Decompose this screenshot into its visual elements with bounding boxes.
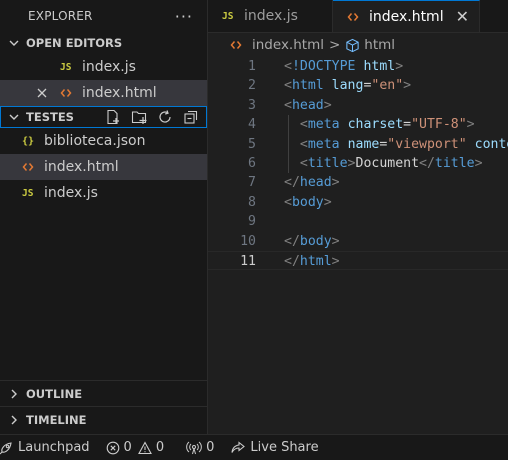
line-number: 2 — [248, 78, 256, 94]
line-number: 9 — [248, 214, 256, 230]
breadcrumb-file[interactable]: index.html — [252, 37, 324, 53]
folder-actions — [103, 108, 201, 126]
tab-index-js[interactable]: JS index.js — [208, 0, 333, 32]
live-share-icon — [230, 440, 246, 456]
ports-count: 0 — [206, 440, 215, 455]
more-actions-icon[interactable]: ··· — [175, 7, 193, 26]
code-line: 4 <meta charset="UTF-8"> — [208, 115, 508, 134]
breadcrumb: index.html > html — [208, 33, 508, 57]
open-editors-header[interactable]: OPEN EDITORS — [0, 32, 207, 54]
launchpad-button[interactable]: Launchpad — [0, 440, 98, 456]
code-line: 2 <html lang="en"> — [208, 76, 508, 95]
warning-icon — [137, 440, 152, 455]
editor-tabs: JS index.js index.html ✕ — [208, 0, 508, 33]
problems-button[interactable]: 0 0 — [98, 440, 173, 455]
close-tab-icon[interactable]: ✕ — [456, 7, 469, 26]
warning-count: 0 — [155, 440, 165, 455]
javascript-file-icon: JS — [60, 61, 72, 73]
javascript-file-icon: JS — [22, 187, 34, 199]
open-editor-item-index-html[interactable]: index.html — [0, 80, 207, 106]
line-number: 5 — [248, 136, 256, 152]
line-number: 6 — [248, 155, 256, 171]
code-line-current: 11 </html> — [208, 250, 508, 271]
file-item-biblioteca-json[interactable]: {} biblioteca.json — [0, 128, 207, 154]
open-editor-item-index-js[interactable]: JS index.js — [0, 54, 207, 80]
code-line: 6 <title>Document</title> — [208, 154, 508, 173]
rocket-icon — [0, 440, 14, 456]
error-count: 0 — [123, 440, 132, 455]
chevron-down-icon — [6, 112, 22, 122]
status-bar: Launchpad 0 0 0 Live Share — [0, 434, 508, 460]
timeline-header[interactable]: TIMELINE — [0, 409, 207, 431]
code-line: 5 <meta name="viewport" content="width=d… — [208, 135, 508, 154]
code-line: 8 <body> — [208, 193, 508, 212]
line-number: 4 — [248, 117, 256, 133]
javascript-file-icon: JS — [222, 10, 234, 22]
file-label: biblioteca.json — [44, 133, 146, 149]
open-editors-label: OPEN EDITORS — [26, 36, 123, 50]
section-divider — [0, 406, 207, 407]
folder-label: TESTES — [26, 110, 74, 124]
explorer-title: EXPLORER — [28, 9, 93, 23]
outline-label: OUTLINE — [26, 387, 83, 401]
symbol-element-icon — [345, 38, 360, 53]
error-icon — [106, 441, 120, 455]
explorer-header: EXPLORER ··· — [0, 0, 207, 32]
tab-index-html[interactable]: index.html ✕ — [332, 0, 480, 32]
code-editor[interactable]: 1 <!DOCTYPE html> 2 <html lang="en"> 3 <hea… — [208, 57, 508, 271]
breadcrumb-separator: > — [328, 37, 341, 53]
timeline-label: TIMELINE — [26, 413, 87, 427]
live-share-button[interactable]: Live Share — [222, 440, 326, 456]
code-line: 3 <head> — [208, 96, 508, 115]
html-file-icon — [22, 161, 38, 173]
line-number: 1 — [248, 59, 256, 74]
editor-area: JS index.js index.html ✕ index.html > ht… — [208, 0, 508, 434]
html-file-icon — [347, 11, 363, 23]
open-editor-label: index.js — [82, 59, 136, 75]
json-file-icon: {} — [22, 135, 35, 147]
tab-label: index.js — [244, 8, 298, 24]
code-line: 1 <!DOCTYPE html> — [208, 57, 508, 76]
code-line: 7 </head> — [208, 173, 508, 192]
file-item-index-html[interactable]: index.html — [0, 154, 207, 180]
new-file-icon[interactable] — [103, 108, 123, 126]
section-divider — [0, 380, 207, 381]
explorer-sidebar: EXPLORER ··· OPEN EDITORS JS index.js in… — [0, 0, 208, 434]
file-item-index-js[interactable]: JS index.js — [0, 180, 207, 206]
refresh-icon[interactable] — [155, 108, 175, 126]
chevron-right-icon — [6, 389, 22, 399]
live-share-label: Live Share — [250, 440, 319, 455]
line-number: 3 — [248, 97, 256, 113]
html-file-icon — [230, 39, 246, 51]
tab-label: index.html — [368, 8, 444, 25]
chevron-down-icon — [6, 38, 22, 48]
open-editor-label: index.html — [82, 85, 157, 101]
chevron-right-icon — [6, 415, 22, 425]
collapse-all-icon[interactable] — [181, 108, 201, 126]
html-file-icon — [60, 87, 76, 99]
broadcast-icon — [186, 440, 202, 456]
new-folder-icon[interactable] — [129, 108, 149, 126]
outline-header[interactable]: OUTLINE — [0, 383, 207, 405]
launchpad-label: Launchpad — [18, 440, 90, 455]
breadcrumb-symbol[interactable]: html — [364, 37, 395, 53]
line-number: 11 — [240, 253, 256, 269]
code-line: 9 — [208, 212, 508, 231]
ports-button[interactable]: 0 — [178, 440, 222, 456]
line-number: 7 — [248, 175, 256, 191]
close-editor-icon[interactable] — [36, 87, 52, 99]
line-number: 10 — [240, 233, 256, 249]
code-line: 10 </body> — [208, 232, 508, 251]
file-label: index.html — [44, 159, 119, 175]
line-number: 8 — [248, 194, 256, 210]
folder-header-testes[interactable]: TESTES — [0, 106, 207, 128]
file-label: index.js — [44, 185, 98, 201]
